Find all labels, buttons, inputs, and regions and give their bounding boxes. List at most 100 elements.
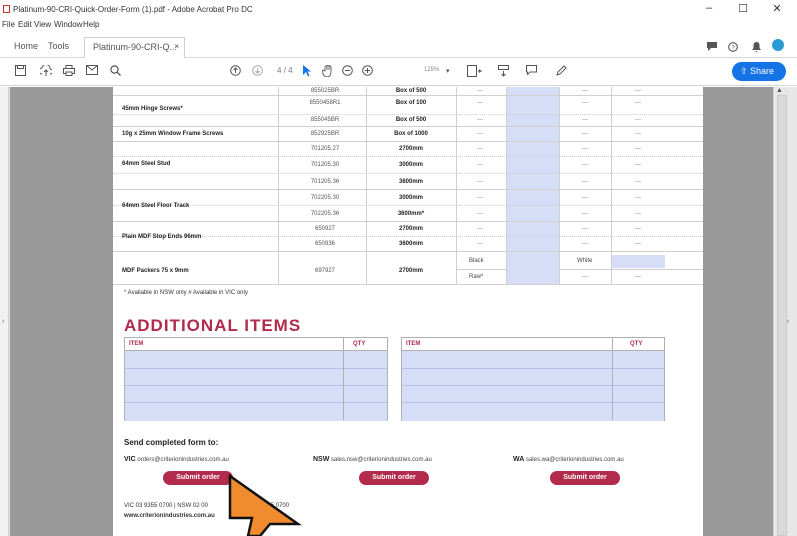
wa-email[interactable]: sales.wa@criterionindustries.com.au: [526, 457, 624, 463]
right-panel-expand-icon[interactable]: ‹: [787, 318, 789, 325]
table-row: 650936 3600mm — — —: [113, 237, 703, 252]
help-icon[interactable]: ?: [728, 42, 738, 55]
table-row: Plain MDF Stop Ends 96mm 650927 2700mm —…: [113, 222, 703, 240]
table-row: 701205.36 3600mm — — —: [113, 174, 703, 190]
page-fit-icon[interactable]: [467, 65, 482, 77]
canvas-margin-right: [703, 87, 773, 536]
row-divider: [559, 269, 703, 270]
tab-home[interactable]: Home: [14, 41, 38, 51]
menu-file[interactable]: File: [2, 20, 15, 29]
item-entry-fields[interactable]: [402, 351, 664, 421]
dash: —: [582, 241, 588, 247]
dash: —: [635, 131, 641, 137]
save-icon[interactable]: [15, 65, 26, 76]
page-current[interactable]: 4: [277, 66, 281, 75]
mouse-pointer-arrow-icon: [228, 474, 302, 536]
zoom-in-icon[interactable]: [362, 65, 373, 76]
black-label: Black: [469, 258, 484, 264]
menu-bar: File Edit View Window Help: [0, 19, 797, 32]
minimize-button[interactable]: –: [697, 2, 721, 14]
table-row: 855025BR Box of 500 — — —: [113, 87, 703, 96]
product-code: 697927: [314, 268, 336, 274]
scroll-mode-icon[interactable]: [498, 65, 509, 77]
dash: —: [635, 211, 641, 217]
nsw-email[interactable]: sales.nsw@criterionindustries.com.au: [331, 457, 432, 463]
search-icon[interactable]: [110, 65, 121, 76]
tab-close-icon[interactable]: ×: [174, 42, 179, 51]
next-page-icon[interactable]: [252, 65, 263, 76]
left-panel-expand-icon[interactable]: ›: [2, 318, 4, 325]
acrobat-window: Platinum-90-CRI-Quick-Order-Form (1).pdf…: [0, 0, 797, 536]
raw-label: Raw*: [469, 274, 484, 280]
dash: —: [477, 146, 483, 152]
submit-order-vic-button[interactable]: Submit order: [163, 471, 233, 485]
row-line: [125, 402, 387, 403]
product-code: 701205.36: [310, 179, 340, 185]
dash: —: [477, 179, 483, 185]
pdf-page: 855025BR Box of 500 — — — 45mm Hinge Scr…: [113, 87, 703, 536]
menu-view[interactable]: View: [34, 20, 51, 29]
product-code: 650936: [314, 241, 336, 247]
table-row: 64mm Steel Stud 701205.27 2700mm — — —: [113, 142, 703, 167]
page-indicator[interactable]: 4 / 4: [277, 66, 293, 75]
pack-size: 2700mm: [398, 268, 424, 274]
table-row: 855045BR Box of 500 — — —: [113, 115, 703, 127]
dash: —: [582, 274, 588, 280]
row-line: [125, 385, 387, 386]
tab-document[interactable]: Platinum-90-CRI-Q... ×: [84, 37, 185, 58]
footer-website[interactable]: www.criterionindustries.com.au: [124, 513, 215, 519]
comment-icon[interactable]: [707, 42, 717, 54]
zoom-out-icon[interactable]: [342, 65, 353, 76]
zoom-dropdown-chevron-icon[interactable]: ▾: [446, 65, 450, 78]
pack-size: Box of 500: [395, 117, 427, 123]
tab-tools[interactable]: Tools: [48, 41, 69, 51]
zoom-level[interactable]: 125%: [424, 67, 439, 73]
qty-header: QTY: [353, 341, 366, 347]
menu-help[interactable]: Help: [83, 20, 99, 29]
footer-phones-visible: VIC 03 9355 0700 | NSW 02 00: [124, 503, 208, 509]
pack-size: 3000mm: [398, 195, 424, 201]
maximize-button[interactable]: ☐: [731, 2, 755, 15]
menu-window[interactable]: Window: [54, 20, 82, 29]
product-name: 45mm Hinge Screws*: [122, 106, 183, 112]
document-viewer[interactable]: › ▲ ‹ 855025BR Box of 500 — — — 45mm Hin…: [0, 87, 797, 536]
pen-draw-icon[interactable]: [556, 65, 567, 76]
dash: —: [635, 100, 641, 106]
hand-tool-icon[interactable]: [322, 65, 333, 77]
close-button[interactable]: ✕: [765, 2, 789, 15]
upload-icon[interactable]: [40, 65, 52, 76]
share-button[interactable]: ⇧ Share: [732, 62, 786, 81]
table-row: 45mm Hinge Screws* 8550458R1 Box of 100 …: [113, 96, 703, 115]
pack-size: 3600mm: [398, 241, 424, 247]
submit-order-wa-button[interactable]: Submit order: [550, 471, 620, 485]
row-line: [402, 402, 664, 403]
print-icon[interactable]: [63, 65, 75, 76]
dash: —: [477, 226, 483, 232]
item-entry-fields[interactable]: [125, 351, 387, 421]
table-row: 701205.30 3000mm — — —: [113, 157, 703, 174]
dash: —: [582, 226, 588, 232]
dash: —: [477, 241, 483, 247]
dash: —: [582, 211, 588, 217]
dash: —: [477, 195, 483, 201]
submit-order-nsw-button[interactable]: Submit order: [359, 471, 429, 485]
share-icon: ⇧: [740, 66, 751, 76]
user-avatar-icon[interactable]: [772, 39, 784, 54]
item-header: ITEM: [406, 341, 421, 347]
vertical-scrollbar[interactable]: [777, 95, 787, 536]
availability-note: * Available in NSW only # Available in V…: [124, 290, 248, 296]
product-code: 702205.30: [310, 195, 340, 201]
previous-page-icon[interactable]: [230, 65, 241, 76]
notification-bell-icon[interactable]: [752, 42, 761, 55]
email-icon[interactable]: [86, 65, 98, 75]
item-header: ITEM: [129, 341, 144, 347]
additional-items-table-left: ITEM QTY: [124, 337, 388, 421]
menu-edit[interactable]: Edit: [18, 20, 32, 29]
select-cursor-icon[interactable]: [303, 65, 312, 77]
comment-tool-icon[interactable]: [526, 65, 537, 75]
dash: —: [635, 195, 641, 201]
dash: —: [582, 195, 588, 201]
vic-email[interactable]: orders@criterionindustries.com.au: [137, 457, 228, 463]
scroll-up-arrow-icon[interactable]: ▲: [776, 87, 783, 94]
table-header: ITEM QTY: [402, 338, 664, 351]
